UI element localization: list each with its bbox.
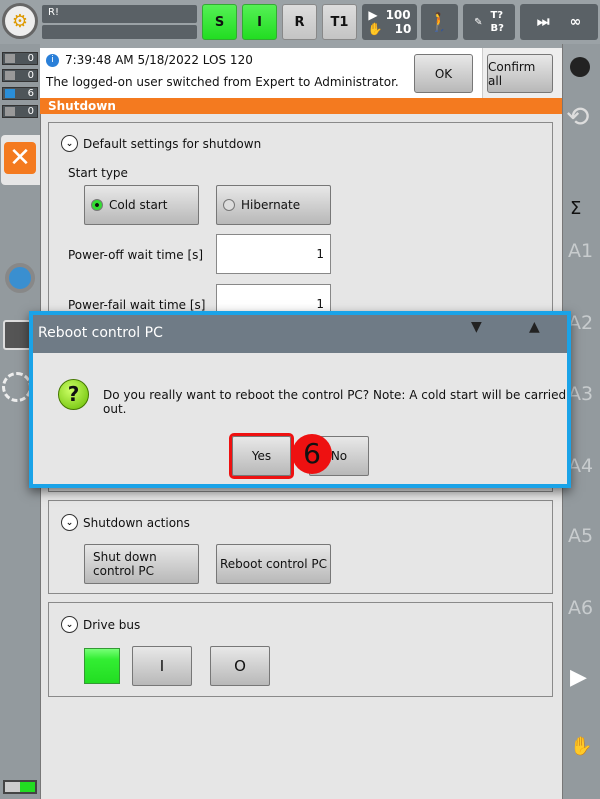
tool-base-button[interactable]: ✎ T? B? xyxy=(463,4,515,40)
close-window-tab[interactable]: ✕ xyxy=(1,135,41,185)
error-counter[interactable]: 0 xyxy=(2,52,38,65)
axis-label-a1[interactable]: A1 xyxy=(568,240,593,262)
warning-counter[interactable]: 0 xyxy=(2,69,38,82)
message-text: The logged-on user switched from Expert … xyxy=(46,75,399,89)
drive-bus-status-indicator xyxy=(84,648,120,684)
message-header: 7:39:48 AM 5/18/2022 LOS 120 xyxy=(65,53,253,67)
info-counter[interactable]: 6 xyxy=(2,87,38,100)
run-mode-button[interactable]: 🚶 xyxy=(421,4,458,40)
default-settings-header[interactable]: ⌄ Default settings for shutdown xyxy=(61,135,261,152)
cold-start-radio[interactable]: Cold start xyxy=(84,185,199,225)
shut-down-control-pc-button[interactable]: Shut down control PC xyxy=(84,544,199,584)
shutdown-actions-group: ⌄ Shutdown actions Shut down control PC R… xyxy=(48,500,553,594)
radio-selected-icon xyxy=(91,199,103,211)
status-line-1[interactable]: R! xyxy=(42,5,197,23)
axis-label-a2[interactable]: A2 xyxy=(568,312,593,334)
yes-button[interactable]: Yes xyxy=(229,433,294,479)
increment-icon: ⏭ xyxy=(536,14,550,30)
info-icon: i xyxy=(46,54,59,67)
drives-status-button[interactable]: I xyxy=(242,4,277,40)
wait-counter[interactable]: 0 xyxy=(2,105,38,118)
reboot-control-pc-button[interactable]: Reboot control PC xyxy=(216,544,331,584)
drive-bus-on-button[interactable]: I xyxy=(132,646,192,686)
step-annotation-badge: 6 xyxy=(292,434,332,474)
robot-logo-button[interactable]: ⚙ xyxy=(2,3,38,39)
ok-button[interactable]: OK xyxy=(414,54,473,93)
question-icon: ? xyxy=(58,379,89,410)
robot-interpreter-button[interactable]: R xyxy=(282,4,317,40)
dialog-title-bar: Reboot control PC ▼ ▲ xyxy=(33,315,567,353)
drive-bus-header[interactable]: ⌄ Drive bus xyxy=(61,616,140,633)
expand-dialog-icon[interactable]: ▲ xyxy=(529,319,540,335)
start-icon[interactable]: ▶ xyxy=(570,665,587,690)
chevron-down-icon: ⌄ xyxy=(61,135,78,152)
play-icon: ▶ xyxy=(368,8,378,22)
drive-bus-off-button[interactable]: O xyxy=(210,646,270,686)
start-type-label: Start type xyxy=(68,166,128,180)
tool-label: T? xyxy=(490,10,504,21)
info-icon xyxy=(5,89,15,98)
base-label: B? xyxy=(490,23,504,34)
hand-icon: ✋ xyxy=(367,22,383,36)
settings-icon[interactable] xyxy=(5,263,35,293)
radio-unselected-icon xyxy=(223,199,235,211)
operating-mode-button[interactable]: T1 xyxy=(322,4,357,40)
override-button[interactable]: ▶ 100 ✋ 10 xyxy=(362,4,417,40)
robot-icon: ⚙ xyxy=(11,10,29,32)
submit-status-button[interactable]: S xyxy=(202,4,237,40)
window-title: Shutdown xyxy=(40,98,562,114)
wait-icon xyxy=(5,107,15,116)
collapse-dialog-icon[interactable]: ▼ xyxy=(471,319,482,335)
hibernate-radio[interactable]: Hibernate xyxy=(216,185,331,225)
axis-label-a3[interactable]: A3 xyxy=(568,383,593,405)
battery-icon xyxy=(3,780,37,794)
status-line-2[interactable] xyxy=(42,25,197,39)
hand-guide-icon[interactable]: ✋ xyxy=(570,736,592,757)
power-off-label: Power-off wait time [s] xyxy=(68,248,204,262)
power-fail-label: Power-fail wait time [s] xyxy=(68,298,206,312)
users-icon[interactable] xyxy=(2,372,32,402)
confirm-all-button[interactable]: Confirm all xyxy=(487,54,553,93)
shutdown-actions-header[interactable]: ⌄ Shutdown actions xyxy=(61,514,190,531)
rotation-arrow-icon[interactable]: ⟲ xyxy=(566,100,589,133)
axis-label-a5[interactable]: A5 xyxy=(568,525,593,547)
jog-override: 10 xyxy=(394,22,412,36)
jog-increment-button[interactable]: ⏭ ∞ xyxy=(520,4,598,40)
globe-icon[interactable] xyxy=(570,57,590,77)
drive-bus-group: ⌄ Drive bus I O xyxy=(48,602,553,697)
dialog-title: Reboot control PC xyxy=(38,325,163,341)
dialog-message: Do you really want to reboot the control… xyxy=(103,388,567,416)
program-override: 100 xyxy=(385,8,411,22)
close-icon: ✕ xyxy=(4,142,36,174)
chevron-down-icon: ⌄ xyxy=(61,616,78,633)
power-off-input[interactable]: 1 xyxy=(216,234,331,274)
axis-label-a6[interactable]: A6 xyxy=(568,597,593,619)
axis-label-a4[interactable]: A4 xyxy=(568,455,593,477)
walking-icon: 🚶 xyxy=(428,11,451,33)
jog-coordinates-icon[interactable]: Σ xyxy=(570,198,581,219)
error-icon xyxy=(5,54,15,63)
increment-value: ∞ xyxy=(569,14,582,30)
tool-icon: ✎ xyxy=(474,16,483,28)
chevron-down-icon: ⌄ xyxy=(61,514,78,531)
warning-icon xyxy=(5,71,15,80)
